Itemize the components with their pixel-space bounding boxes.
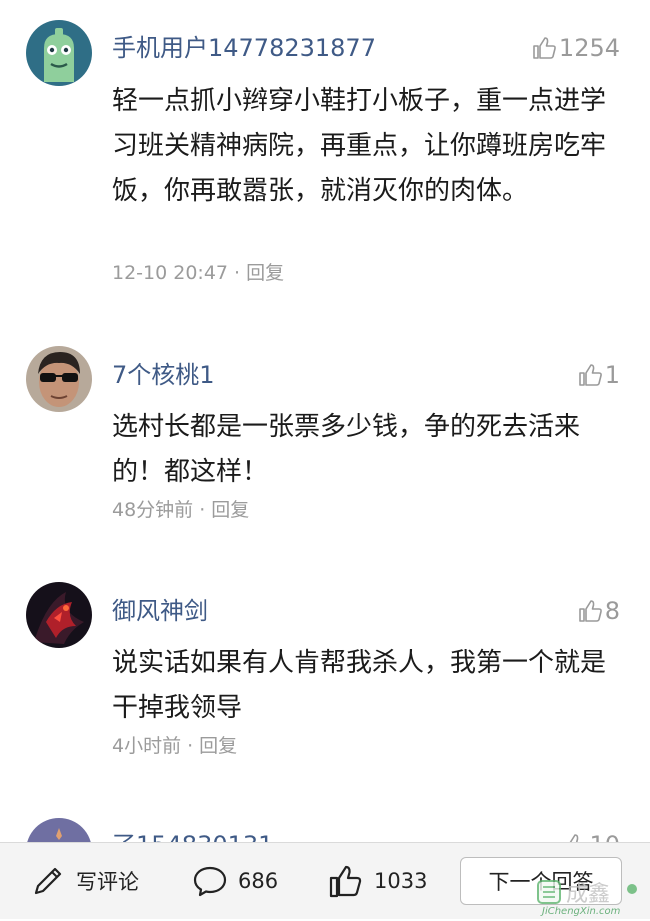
- thumbs-up-icon: [329, 865, 362, 898]
- write-comment-label: 写评论: [76, 870, 139, 894]
- watermark: 成鑫 JiChengXin.com: [532, 877, 646, 917]
- like-count: 1254: [558, 34, 620, 62]
- username[interactable]: 手机用户14778231877: [112, 33, 376, 63]
- like-count-total: 1033: [374, 869, 428, 893]
- comment-text: 说实话如果有人肯帮我杀人，我第一个就是干掉我领导: [112, 648, 607, 723]
- man-sunglasses-avatar-icon: [26, 346, 92, 412]
- pencil-icon: [34, 867, 62, 895]
- comment-meta: 48分钟前 · 回复: [112, 499, 250, 521]
- bottom-toolbar: 写评论 686 1033 下一个回答 成鑫 JiChengXin.com: [0, 842, 650, 919]
- thumbs-up-icon: [533, 37, 556, 59]
- comment-list: 手机用户14778231877 1254 轻一点抓小辫穿小鞋打小板子，重一点进学…: [0, 0, 650, 919]
- comment-bubble-icon: [193, 866, 227, 897]
- reply-button[interactable]: 回复: [246, 262, 284, 284]
- reply-button[interactable]: 回复: [199, 735, 237, 757]
- write-comment-button[interactable]: 写评论: [30, 843, 139, 919]
- comment-meta: 12-10 20:47 · 回复: [112, 262, 285, 284]
- thumbs-up-icon: [578, 600, 602, 622]
- comments-button[interactable]: 686: [192, 843, 278, 919]
- like-button[interactable]: 1: [577, 360, 620, 390]
- like-count: 8: [604, 597, 620, 625]
- comment-text: 轻一点抓小辫穿小鞋打小板子，重一点进学习班关精神病院，再重点，让你蹲班房吃牢饭，…: [112, 86, 607, 206]
- comment-time: 48分钟前: [112, 499, 194, 521]
- avatar[interactable]: [26, 346, 92, 412]
- like-button[interactable]: 1254: [531, 33, 620, 63]
- comment-time: 12-10 20:47: [112, 262, 229, 284]
- comment-time: 4小时前: [112, 735, 182, 757]
- watermark-site: JiChengXin.com: [542, 906, 621, 917]
- like-count: 1: [604, 361, 620, 389]
- avatar[interactable]: [26, 582, 92, 648]
- like-article-button[interactable]: 1033: [328, 843, 427, 919]
- dark-warrior-avatar-icon: [26, 582, 92, 648]
- username[interactable]: 7个核桃1: [112, 360, 215, 390]
- comment-text: 选村长都是一张票多少钱，争的死去活来的！都这样！: [112, 412, 581, 487]
- comment-count: 686: [238, 869, 279, 893]
- comment-meta: 4小时前 · 回复: [112, 735, 238, 757]
- avatar[interactable]: [26, 20, 92, 86]
- green-robot-avatar-icon: [26, 20, 92, 86]
- watermark-chars: 成鑫: [566, 882, 610, 907]
- username[interactable]: 御风神剑: [112, 596, 208, 626]
- thumbs-up-icon: [578, 364, 602, 386]
- like-button[interactable]: 8: [577, 596, 620, 626]
- reply-button[interactable]: 回复: [211, 499, 249, 521]
